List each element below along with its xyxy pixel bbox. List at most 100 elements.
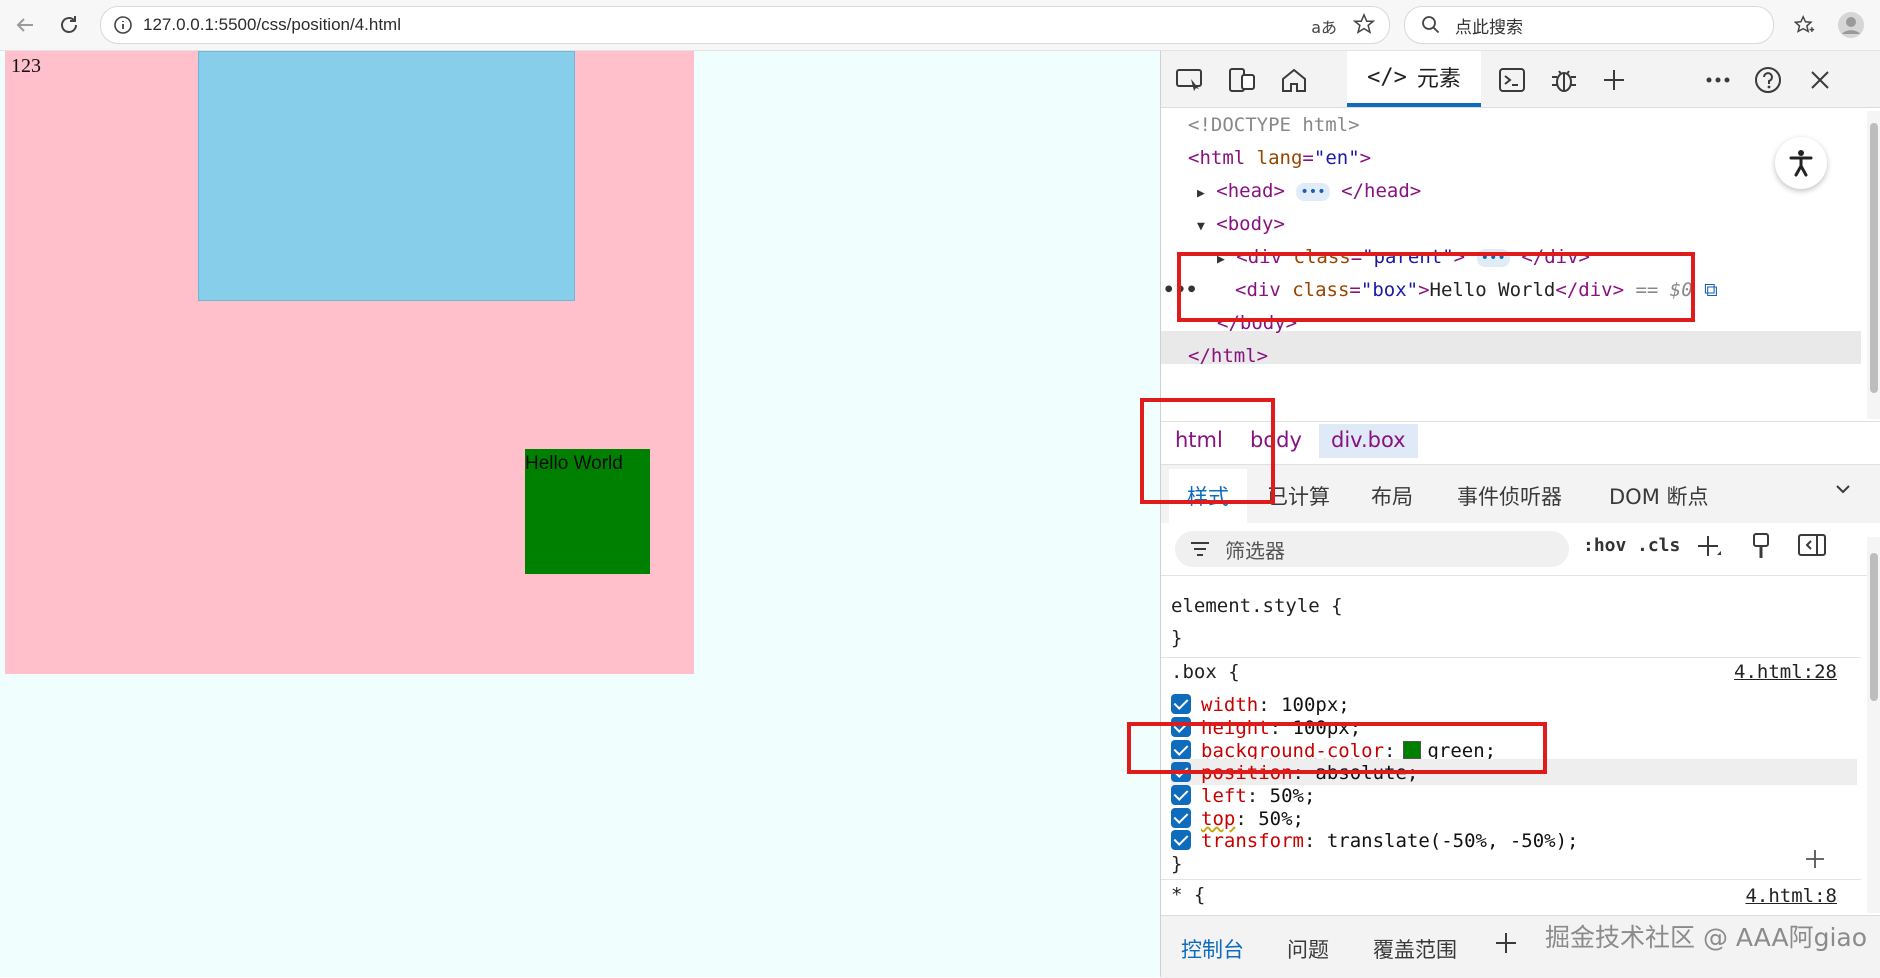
tab-layout[interactable]: 布局 xyxy=(1371,481,1413,511)
html-attr-value: "en" xyxy=(1313,147,1360,169)
decl-checkbox[interactable] xyxy=(1171,830,1191,850)
home-icon[interactable] xyxy=(1277,63,1311,97)
styles-filter-bar: 筛选器 :hov .cls xyxy=(1161,523,1880,576)
dom-line-doctype[interactable]: <!DOCTYPE html> xyxy=(1188,109,1360,142)
color-swatch-icon[interactable] xyxy=(1403,741,1422,759)
styles-scrollbar[interactable] xyxy=(1867,537,1880,913)
dom-tree: <!DOCTYPE html> <html lang="en"> ▶ <head… xyxy=(1161,109,1861,421)
tab-coverage[interactable]: 覆盖范围 xyxy=(1373,934,1457,964)
refresh-icon[interactable] xyxy=(52,8,86,42)
devtools-panel: </> 元素 <!DOCTYPE html> <html lang="en"> xyxy=(1160,51,1880,978)
dom-line-html-close[interactable]: </html> xyxy=(1188,340,1268,373)
site-info-icon[interactable] xyxy=(113,15,133,39)
decl-checkbox[interactable] xyxy=(1171,808,1191,828)
paint-brush-icon[interactable] xyxy=(1749,531,1773,566)
body-open-tag: <body> xyxy=(1216,213,1285,235)
add-drawer-tab-icon[interactable] xyxy=(1493,930,1519,961)
search-box[interactable]: 点此搜索 xyxy=(1404,6,1774,44)
expand-arrow-icon[interactable]: ▶ xyxy=(1217,252,1225,267)
cls-toggle[interactable]: .cls xyxy=(1637,535,1680,556)
browser-toolbar: 127.0.0.1:5500/css/position/4.html aあ 点此… xyxy=(0,0,1880,51)
tab-styles[interactable]: 样式 xyxy=(1169,469,1247,523)
dom-scrollbar[interactable] xyxy=(1867,111,1880,419)
crumb-body[interactable]: body xyxy=(1250,428,1302,452)
copilot-icon[interactable]: ⧉ xyxy=(1704,279,1718,301)
box-rule-close: } xyxy=(1171,853,1183,875)
parent-div: 123 Hello World xyxy=(5,51,694,674)
decl-checkbox[interactable] xyxy=(1171,717,1191,737)
div-parent-value: "parent" xyxy=(1362,246,1454,268)
dom-line-html[interactable]: <html lang="en"> xyxy=(1188,142,1371,175)
tab-console[interactable]: 控制台 xyxy=(1181,934,1244,964)
more-options-icon[interactable] xyxy=(1701,63,1735,97)
collapsed-ellipsis-icon[interactable]: ••• xyxy=(1296,182,1330,201)
profile-avatar-icon[interactable] xyxy=(1834,8,1868,42)
dom-line-body[interactable]: ▼ <body> xyxy=(1197,208,1285,243)
tab-dom-breakpoints[interactable]: DOM 断点 xyxy=(1609,481,1709,511)
favorite-star-icon[interactable] xyxy=(1352,12,1376,39)
collapse-arrow-icon[interactable]: ▼ xyxy=(1197,219,1205,234)
add-tab-icon[interactable] xyxy=(1597,63,1631,97)
decl-checkbox[interactable] xyxy=(1171,785,1191,805)
box-selector[interactable]: .box { xyxy=(1171,659,1240,685)
dom-line-body-close[interactable]: </body> xyxy=(1217,307,1297,340)
dom-line-head[interactable]: ▶ <head> ••• </head> xyxy=(1197,175,1421,210)
expand-arrow-icon[interactable]: ▶ xyxy=(1197,186,1205,201)
code-brackets-icon: </> xyxy=(1367,64,1407,90)
tab-computed[interactable]: 已计算 xyxy=(1267,481,1330,511)
add-declaration-icon[interactable] xyxy=(1803,847,1827,876)
back-icon[interactable] xyxy=(8,8,42,42)
new-style-rule-icon[interactable] xyxy=(1695,533,1723,566)
read-aloud-icon[interactable]: aあ xyxy=(1311,14,1337,38)
decl-value: translate(-50%, -50%); xyxy=(1326,830,1579,852)
console-icon[interactable] xyxy=(1495,63,1529,97)
hov-toggle[interactable]: :hov xyxy=(1583,535,1626,556)
inspect-element-icon[interactable] xyxy=(1173,63,1207,97)
dom-line-div-parent[interactable]: ▶ <div class="parent"> ••• </div> xyxy=(1217,241,1590,276)
tab-elements[interactable]: </> 元素 xyxy=(1347,51,1481,107)
help-icon[interactable] xyxy=(1751,63,1785,97)
div-parent-close: </div> xyxy=(1521,246,1590,268)
crumb-html[interactable]: html xyxy=(1175,428,1223,452)
selected-marker: == $0 xyxy=(1635,279,1693,301)
collapsed-ellipsis-icon[interactable]: ••• xyxy=(1476,248,1510,267)
crumb-div-box[interactable]: div.box xyxy=(1319,424,1418,458)
devtools-tab-bar: </> 元素 xyxy=(1161,51,1880,108)
close-devtools-icon[interactable] xyxy=(1803,63,1837,97)
decl-checkbox[interactable] xyxy=(1171,762,1191,782)
filter-input[interactable]: 筛选器 xyxy=(1175,531,1569,567)
div-box-attr: class xyxy=(1292,279,1350,301)
watermark-text: 掘金技术社区 @ AAA阿giao xyxy=(1545,923,1868,952)
hello-world-text: Hello World xyxy=(525,453,623,474)
box-source-link[interactable]: 4.html:28 xyxy=(1734,661,1837,683)
favorites-icon[interactable] xyxy=(1788,8,1822,42)
dom-scrollbar-thumb[interactable] xyxy=(1870,123,1878,393)
dom-line-div-box[interactable]: <div class="box">Hello World</div> == $0… xyxy=(1235,274,1718,307)
address-bar[interactable]: 127.0.0.1:5500/css/position/4.html aあ xyxy=(100,6,1390,44)
styles-scrollbar-thumb[interactable] xyxy=(1870,553,1878,701)
tab-issues[interactable]: 问题 xyxy=(1287,934,1329,964)
head-open-tag: <head> xyxy=(1216,180,1285,202)
element-style-selector[interactable]: element.style { xyxy=(1171,593,1343,619)
doctype-text: <!DOCTYPE html> xyxy=(1188,114,1360,136)
row-dots-icon[interactable]: ••• xyxy=(1163,274,1197,307)
tab-event-listeners[interactable]: 事件侦听器 xyxy=(1457,481,1562,511)
breadcrumb: html body div.box xyxy=(1161,421,1880,464)
device-emulation-icon[interactable] xyxy=(1225,63,1259,97)
accessibility-icon[interactable] xyxy=(1775,137,1827,189)
decl-value: absolute; xyxy=(1315,762,1419,784)
decl-value: 100px; xyxy=(1281,694,1350,716)
universal-selector[interactable]: * { xyxy=(1171,882,1205,908)
div-box-open: <div xyxy=(1235,279,1281,301)
element-style-close: } xyxy=(1171,627,1183,649)
bug-icon[interactable] xyxy=(1547,63,1581,97)
rule-separator xyxy=(1161,879,1861,880)
decl-transform[interactable]: transform: translate(-50%, -50%); xyxy=(1171,828,1579,854)
decl-prop: top xyxy=(1201,808,1236,830)
universal-source-link[interactable]: 4.html:8 xyxy=(1745,885,1837,907)
chevron-down-icon[interactable] xyxy=(1833,479,1853,504)
decl-checkbox[interactable] xyxy=(1171,740,1191,760)
decl-checkbox[interactable] xyxy=(1171,694,1191,714)
sidebar-toggle-icon[interactable] xyxy=(1797,533,1827,562)
decl-prop: height xyxy=(1201,717,1270,739)
